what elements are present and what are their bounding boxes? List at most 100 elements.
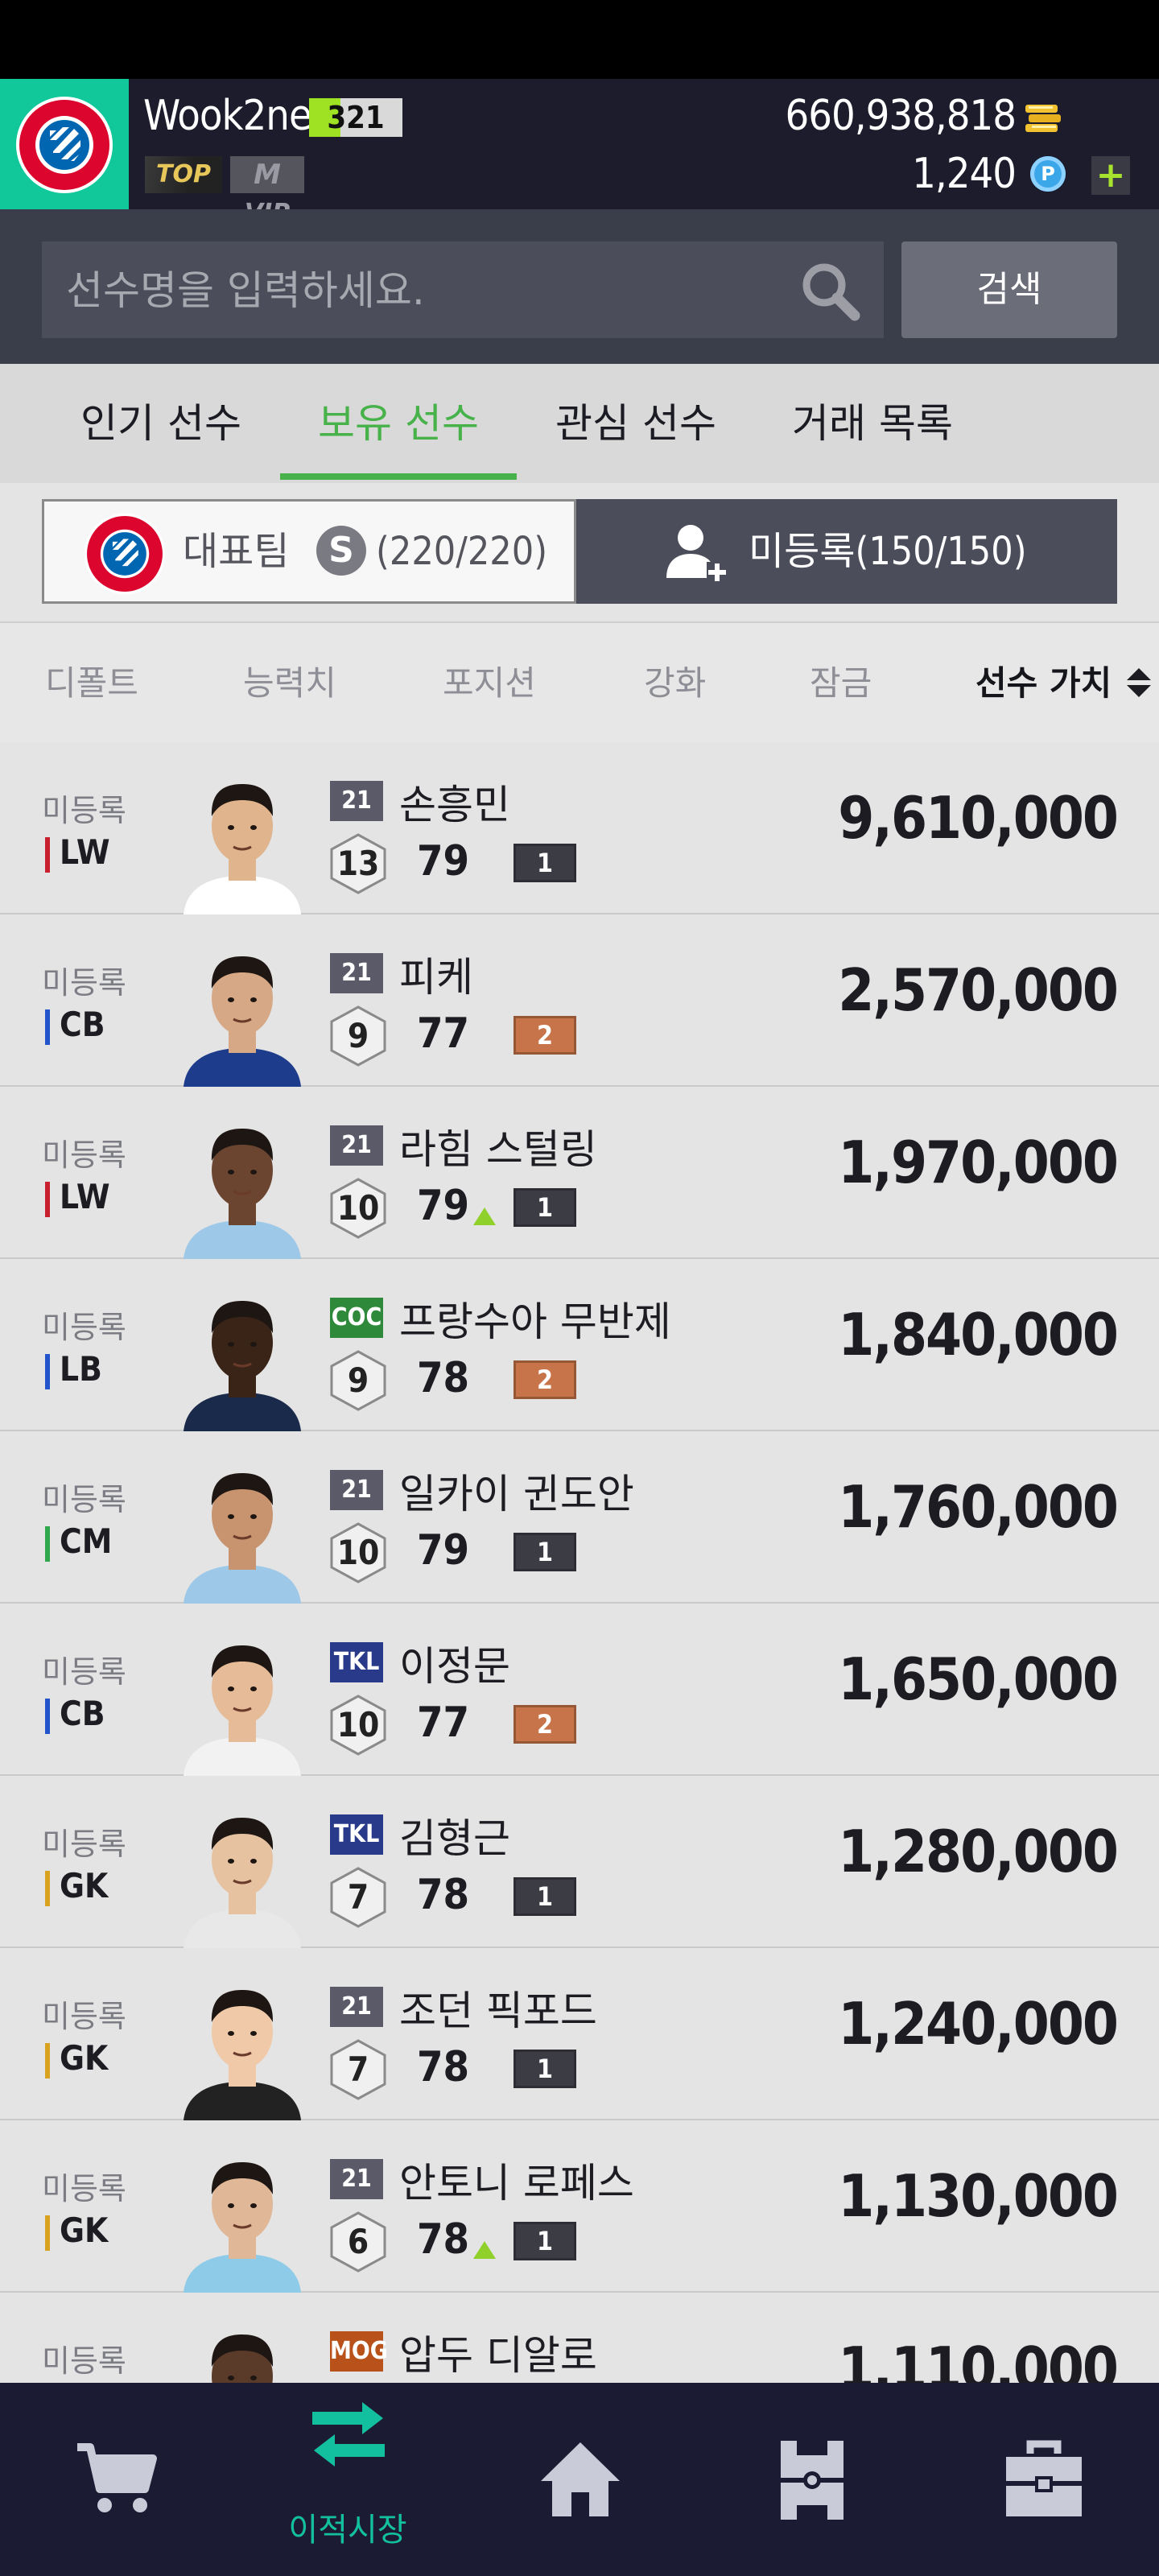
player-name: 이정문	[399, 1643, 510, 1690]
player-name: 프랑수아 무반제	[399, 1298, 671, 1345]
enhance-grade: 2	[514, 1705, 576, 1744]
sort-ovr[interactable]: 능력치	[243, 623, 336, 744]
player-row[interactable]: 미등록 CM 21 일카이 귄도안 10 79 1 1,760,000	[0, 1431, 1159, 1604]
top-badge: TOP	[145, 156, 222, 193]
search-input[interactable]	[42, 242, 792, 340]
player-portrait	[184, 1301, 301, 1431]
player-value: 1,970,000	[838, 1129, 1119, 1196]
player-ovr: 79	[417, 1182, 470, 1230]
sort-position[interactable]: 포지션	[443, 623, 536, 744]
player-value: 9,610,000	[838, 784, 1119, 852]
player-position: GK	[60, 1866, 109, 1905]
search-input-box[interactable]	[42, 242, 884, 340]
season-badge: MOG	[330, 2331, 388, 2372]
player-row[interactable]: 미등록 LW 21 라힘 스털링 10 79 1 1,970,000	[0, 1087, 1159, 1259]
nav-transfer-market[interactable]: 이적시장	[232, 2383, 464, 2576]
player-pay: 10	[336, 1533, 380, 1572]
player-row[interactable]: 미등록 CB TKL 이정문 10 77 2 1,650,000	[0, 1604, 1159, 1776]
squad-count: (220/220)	[376, 529, 548, 574]
sort-direction-icon[interactable]	[1124, 667, 1154, 699]
player-value: 1,280,000	[838, 1818, 1119, 1885]
player-name: 라힘 스털링	[399, 1126, 597, 1173]
unregistered-filter-button[interactable]: 미등록(150/150)	[576, 499, 1117, 604]
club-logo[interactable]	[0, 79, 129, 209]
tab-watchlist[interactable]: 관심 선수	[523, 364, 749, 483]
player-portrait	[184, 1129, 301, 1259]
nav-inventory[interactable]	[927, 2383, 1159, 2576]
player-row[interactable]: 미등록 GK TKL 김형근 7 78 1 1,280,000	[0, 1776, 1159, 1948]
player-row[interactable]: 미등록 LW 21 손흥민 13 79 1 9,610,000	[0, 742, 1159, 914]
player-row[interactable]: 미등록 GK 21 조던 픽포드 7 78 1 1,240,000	[0, 1948, 1159, 2120]
nav-shop[interactable]	[0, 2383, 232, 2576]
player-pay: 7	[347, 2050, 369, 2089]
add-points-button[interactable]: +	[1091, 156, 1130, 195]
sort-lock[interactable]: 잠금	[810, 623, 872, 744]
player-pay: 6	[347, 2222, 369, 2261]
tab-popular[interactable]: 인기 선수	[48, 364, 274, 483]
nav-transfer-label: 이적시장	[288, 2512, 407, 2549]
search-icon[interactable]	[798, 259, 863, 324]
point-balance: 1,240	[912, 150, 1017, 198]
player-ovr: 77	[417, 1699, 470, 1747]
level-value: 321	[327, 100, 385, 135]
active-tab-indicator	[280, 473, 517, 480]
squad-filter-button[interactable]: 대표팀 S (220/220)	[42, 499, 576, 604]
player-ovr: 78	[417, 2043, 470, 2091]
player-status: 미등록	[42, 1137, 126, 1173]
squad-label: 대표팀	[183, 529, 290, 574]
player-name: 일카이 귄도안	[399, 1471, 634, 1517]
player-status: 미등록	[42, 2343, 126, 2379]
bottom-navigation: 이적시장	[0, 2383, 1159, 2576]
player-value: 1,240,000	[838, 1990, 1119, 2058]
season-badge: TKL	[330, 1642, 383, 1682]
player-row[interactable]: 미등록 CB 21 피케 9 77 2 2,570,000	[0, 914, 1159, 1087]
point-coin-icon: P	[1030, 156, 1066, 192]
player-pay: 10	[336, 1705, 380, 1744]
player-ovr: 79	[417, 1526, 470, 1575]
enhance-grade: 1	[514, 2050, 576, 2088]
sort-enhance[interactable]: 강화	[644, 623, 706, 744]
player-ovr: 78	[417, 2215, 470, 2264]
player-position: LB	[60, 1349, 102, 1389]
username: Wook2ne	[143, 92, 312, 140]
add-user-icon	[666, 525, 728, 583]
level-badge: 321	[309, 98, 402, 137]
season-badge: 21	[330, 1125, 383, 1166]
player-pay: 9	[347, 1360, 369, 1400]
tab-owned[interactable]: 보유 선수	[280, 364, 517, 483]
player-list[interactable]: 미등록 LW 21 손흥민 13 79 1 9,610,000 미등록 CB 21 피케 9 77 2 2,5…	[0, 742, 1159, 2383]
player-position: GK	[60, 2211, 109, 2250]
tab-trade-list[interactable]: 거래 목록	[760, 364, 985, 483]
sort-player-value[interactable]: 선수 가치	[975, 623, 1112, 744]
enhance-grade: 2	[514, 1016, 576, 1055]
enhance-grade: 1	[514, 844, 576, 882]
season-badge: 21	[330, 1470, 383, 1510]
enhance-grade: 1	[514, 1188, 576, 1227]
player-row[interactable]: 미등록 MOG 압두 디알로 1,110,000	[0, 2293, 1159, 2383]
season-badge: 21	[330, 1987, 383, 2027]
status-bar	[0, 0, 1159, 79]
enhance-grade: 1	[514, 1877, 576, 1916]
player-value: 2,570,000	[838, 956, 1119, 1024]
player-row[interactable]: 미등록 GK 21 안토니 로페스 6 78 1 1,130,000	[0, 2120, 1159, 2293]
sort-default[interactable]: 디폴트	[45, 623, 138, 744]
nav-home[interactable]	[464, 2383, 695, 2576]
coin-balance: 660,938,818	[785, 92, 1017, 140]
player-pay: 10	[336, 1188, 380, 1228]
player-status: 미등록	[42, 1999, 126, 2034]
search-button[interactable]: 검색	[901, 242, 1117, 338]
bayern-crest-icon	[84, 513, 166, 595]
player-value: 1,760,000	[838, 1473, 1119, 1541]
nav-squad[interactable]	[695, 2383, 927, 2576]
player-row[interactable]: 미등록 LB COC 프랑수아 무반제 9 78 2 1,840,000	[0, 1259, 1159, 1431]
player-status: 미등록	[42, 1827, 126, 1862]
player-status: 미등록	[42, 2171, 126, 2207]
transfer-icon	[312, 2402, 385, 2467]
bayern-crest-icon	[16, 97, 113, 193]
player-value: 1,650,000	[838, 1645, 1119, 1713]
player-position: GK	[60, 2038, 109, 2078]
player-pay: 9	[347, 1016, 369, 1055]
player-name: 김형근	[399, 1815, 510, 1862]
season-badge: 21	[330, 2159, 383, 2199]
player-name: 피케	[399, 954, 473, 1001]
